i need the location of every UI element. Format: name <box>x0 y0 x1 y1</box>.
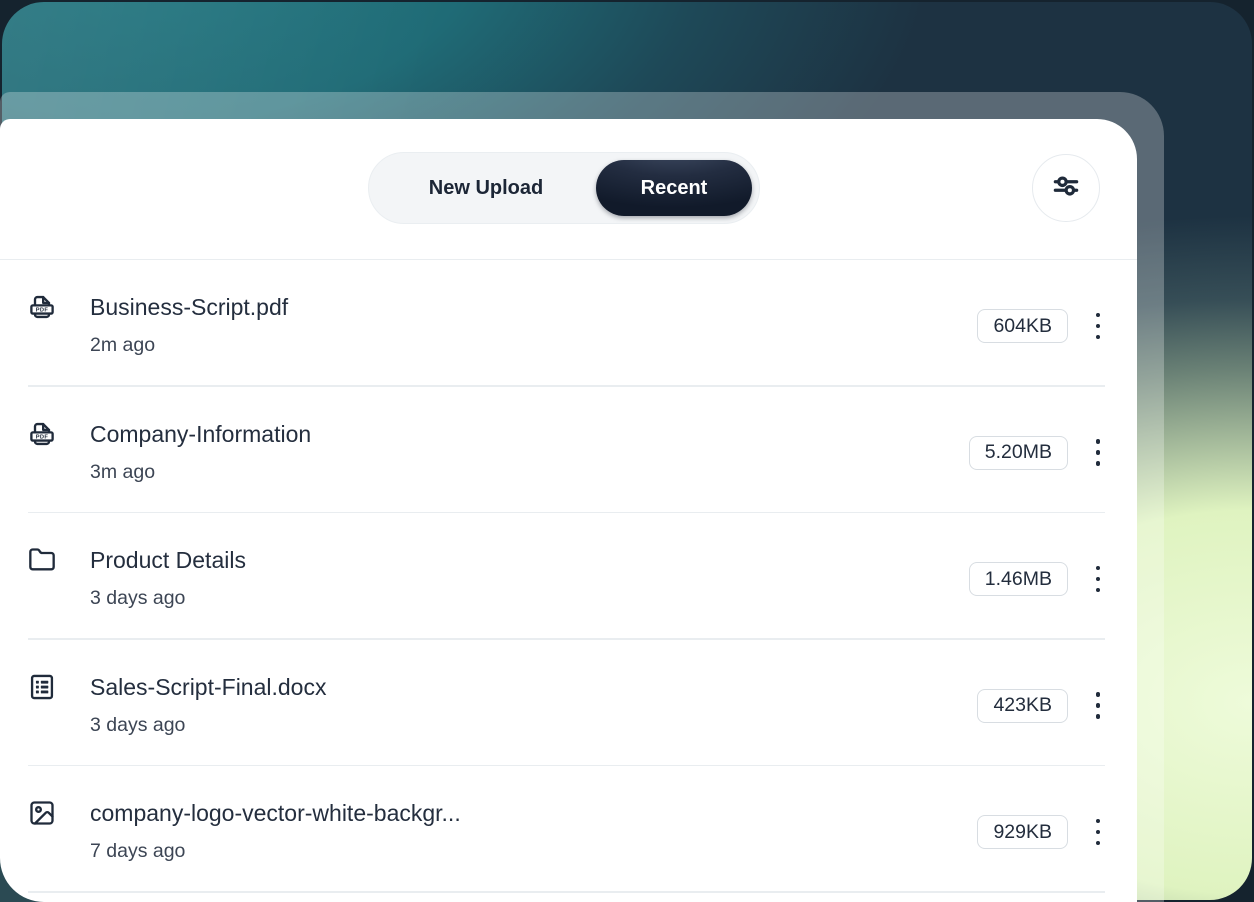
kebab-icon <box>1096 313 1101 340</box>
file-row[interactable]: company-logo-vector-white-backgr... 7 da… <box>0 766 1137 893</box>
file-time: 7 days ago <box>90 837 185 865</box>
doc-list-icon <box>28 673 56 701</box>
kebab-menu-button[interactable] <box>1086 686 1110 726</box>
file-name: Company-Information <box>90 417 311 451</box>
file-size-badge: 423KB <box>977 689 1068 723</box>
pdf-icon: PDF <box>28 420 56 448</box>
file-row[interactable]: PDF Company-Information 3m ago 5.20MB <box>0 387 1137 514</box>
file-size-badge: 5.20MB <box>969 436 1068 470</box>
file-row[interactable]: Sales-Script-Final.docx 3 days ago 423KB <box>0 640 1137 767</box>
tab-switcher: New Upload Recent <box>368 152 760 224</box>
file-time: 3 days ago <box>90 584 185 612</box>
svg-text:PDF: PDF <box>36 308 49 314</box>
file-time: 3 days ago <box>90 711 185 739</box>
screen: New Upload Recent PDF Bu <box>0 0 1254 902</box>
file-name: Product Details <box>90 543 246 577</box>
file-size-badge: 604KB <box>977 309 1068 343</box>
folder-icon <box>28 546 56 574</box>
kebab-icon <box>1096 566 1101 593</box>
pdf-icon: PDF <box>28 293 56 321</box>
file-size-badge: 929KB <box>977 815 1068 849</box>
file-name: Business-Script.pdf <box>90 290 288 324</box>
filter-button[interactable] <box>1032 154 1100 222</box>
kebab-menu-button[interactable] <box>1086 433 1110 473</box>
kebab-icon <box>1096 439 1101 466</box>
file-row[interactable]: PDF Business-Script.pdf 2m ago 604KB <box>0 260 1137 387</box>
file-name: Sales-Script-Final.docx <box>90 670 326 704</box>
kebab-menu-button[interactable] <box>1086 306 1110 346</box>
file-size-badge: 1.46MB <box>969 562 1068 596</box>
tab-recent[interactable]: Recent <box>596 160 752 216</box>
file-list: PDF Business-Script.pdf 2m ago 604KB PDF… <box>0 260 1137 893</box>
file-manager-card: New Upload Recent PDF Bu <box>0 119 1137 902</box>
kebab-icon <box>1096 819 1101 846</box>
sliders-icon <box>1049 169 1083 208</box>
kebab-icon <box>1096 692 1101 719</box>
card-header: New Upload Recent <box>0 119 1137 260</box>
kebab-menu-button[interactable] <box>1086 812 1110 852</box>
svg-text:PDF: PDF <box>36 434 49 440</box>
tab-new-upload[interactable]: New Upload <box>376 160 596 216</box>
file-name: company-logo-vector-white-backgr... <box>90 796 461 830</box>
file-time: 3m ago <box>90 458 155 486</box>
image-icon <box>28 799 56 827</box>
file-row[interactable]: Product Details 3 days ago 1.46MB <box>0 513 1137 640</box>
file-time: 2m ago <box>90 331 155 359</box>
kebab-menu-button[interactable] <box>1086 559 1110 599</box>
